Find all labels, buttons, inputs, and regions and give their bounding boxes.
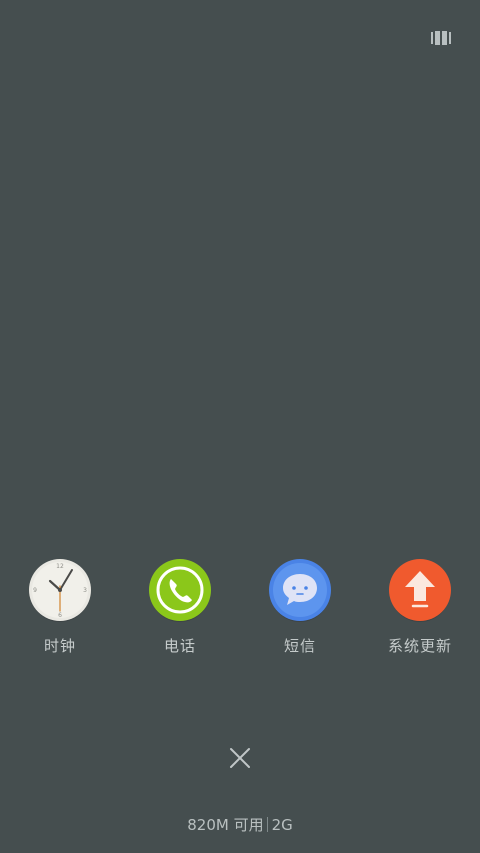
recent-app-system-update[interactable]: 系统更新 bbox=[360, 559, 480, 659]
svg-text:12: 12 bbox=[56, 563, 64, 570]
svg-text:3: 3 bbox=[83, 587, 87, 594]
recent-app-messages[interactable]: 短信 bbox=[240, 559, 360, 659]
app-label-system-update: 系统更新 bbox=[387, 637, 452, 655]
app-label-clock: 时钟 bbox=[43, 637, 76, 655]
recent-apps-row: 12 3 6 9 时钟 电话 短信 系统更新 bbox=[0, 559, 480, 659]
phone-icon bbox=[148, 559, 212, 623]
recent-app-phone[interactable]: 电话 bbox=[120, 559, 240, 659]
memory-status: 820M 可用 2G bbox=[0, 815, 480, 835]
svg-text:9: 9 bbox=[33, 587, 37, 594]
grid-view-icon bbox=[431, 31, 451, 45]
memory-separator bbox=[266, 817, 268, 832]
message-icon bbox=[268, 559, 332, 623]
clear-all-button[interactable] bbox=[228, 746, 252, 770]
memory-total: 2G bbox=[271, 816, 293, 834]
view-toggle-button[interactable] bbox=[431, 30, 451, 46]
app-label-messages: 短信 bbox=[283, 637, 316, 655]
close-icon bbox=[230, 748, 250, 768]
update-icon bbox=[388, 559, 452, 623]
recent-app-clock[interactable]: 12 3 6 9 时钟 bbox=[0, 559, 120, 659]
app-label-phone: 电话 bbox=[163, 637, 196, 655]
clock-icon: 12 3 6 9 bbox=[28, 559, 92, 623]
memory-available: 820M 可用 bbox=[187, 816, 264, 834]
svg-text:6: 6 bbox=[58, 612, 62, 619]
